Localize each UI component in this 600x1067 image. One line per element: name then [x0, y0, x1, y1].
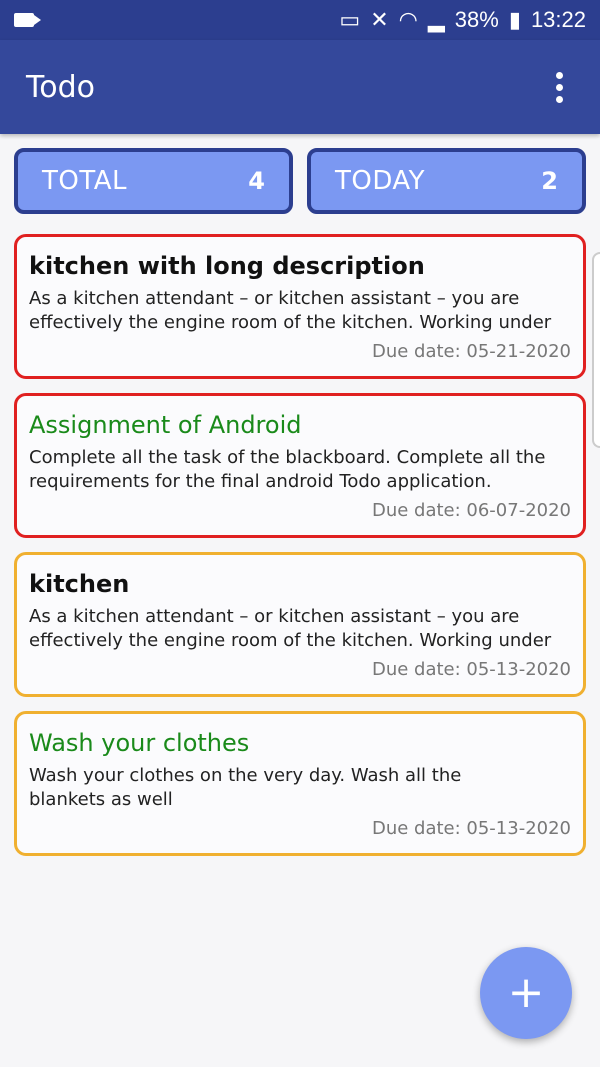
task-description: As a kitchen attendant – or kitchen assi…: [29, 288, 552, 333]
task-title: Wash your clothes: [29, 729, 250, 757]
battery-percent: 38%: [454, 7, 499, 32]
today-label: TODAY: [335, 166, 426, 196]
task-card[interactable]: kitchen As a kitchen attendant – or kitc…: [14, 552, 586, 697]
add-icon: +: [507, 967, 545, 1018]
mute-icon: ✕: [370, 7, 389, 32]
today-count: 2: [541, 167, 558, 195]
add-task-button[interactable]: +: [480, 947, 572, 1039]
total-counter[interactable]: TOTAL 4: [14, 148, 293, 214]
task-title: kitchen: [29, 570, 130, 598]
task-title: Assignment of Android: [29, 411, 302, 439]
task-due-date: Due date: 05-13-2020: [371, 818, 571, 839]
today-counter[interactable]: TODAY 2: [307, 148, 586, 214]
more-vert-icon[interactable]: [544, 67, 574, 107]
app-title: Todo: [26, 69, 95, 105]
total-count: 4: [248, 167, 265, 195]
task-due-date: Due date: 05-13-2020: [371, 659, 571, 680]
wifi-icon: ◠: [398, 7, 418, 32]
status-bar: ▭ ✕ ◠ ▂ 38% ▮ 13:22: [0, 0, 600, 40]
total-label: TOTAL: [42, 166, 127, 196]
battery-icon: ▮: [508, 7, 521, 32]
counters: TOTAL 4 TODAY 2: [14, 148, 586, 214]
edge-panel-handle[interactable]: [592, 252, 600, 448]
task-card[interactable]: kitchen with long description As a kitch…: [14, 234, 586, 379]
task-list: kitchen with long description As a kitch…: [14, 234, 586, 870]
video-camera-icon: [14, 13, 41, 27]
cast-icon: ▭: [339, 7, 361, 32]
clock: 13:22: [530, 7, 586, 32]
task-title: kitchen with long description: [29, 252, 425, 280]
task-card[interactable]: Assignment of Android Complete all the t…: [14, 393, 586, 538]
signal-icon: ▂: [427, 7, 445, 32]
task-due-date: Due date: 05-21-2020: [371, 341, 571, 362]
task-description: As a kitchen attendant – or kitchen assi…: [29, 606, 552, 651]
app-bar: Todo: [0, 40, 600, 134]
task-description: Wash your clothes on the very day. Wash …: [29, 765, 462, 810]
task-due-date: Due date: 06-07-2020: [371, 500, 571, 521]
task-card[interactable]: Wash your clothes Wash your clothes on t…: [14, 711, 586, 856]
task-description: Complete all the task of the blackboard.…: [29, 447, 546, 492]
